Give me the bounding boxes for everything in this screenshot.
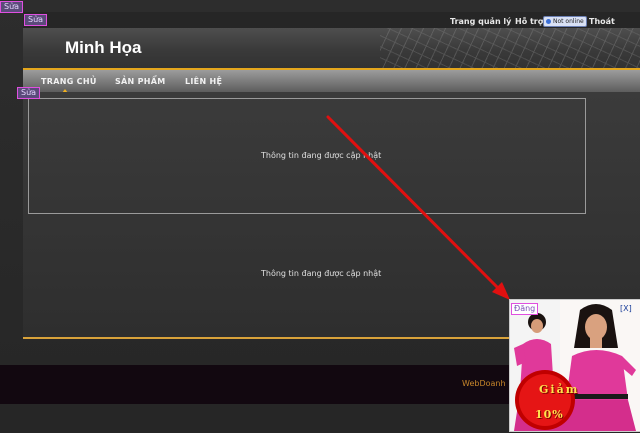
ad-close-button[interactable]: [X]	[620, 304, 632, 313]
ad-popup[interactable]	[509, 299, 640, 432]
ad-models-image	[510, 300, 640, 431]
ad-promo-line-1: Giảm	[539, 383, 580, 396]
ad-promo-line-2: 10%	[535, 408, 564, 421]
ad-label[interactable]: Đăng	[511, 303, 539, 315]
